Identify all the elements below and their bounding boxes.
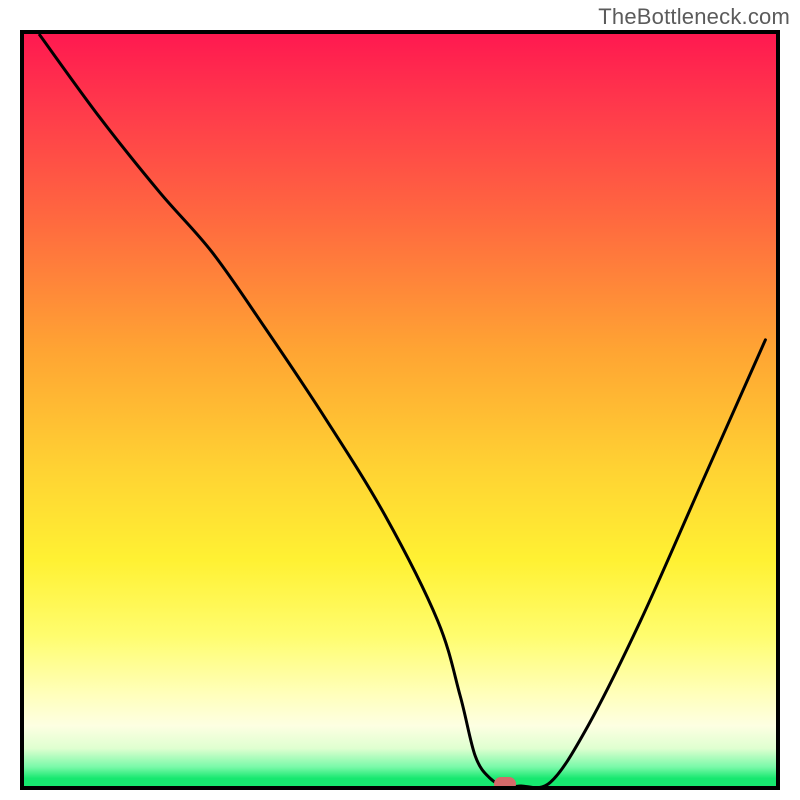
chart-plot-area [20,30,780,790]
chart-curve-svg [24,34,776,786]
attribution-label: TheBottleneck.com [598,4,790,30]
chart-container: TheBottleneck.com [0,0,800,800]
chart-curve-path [39,34,765,786]
bottleneck-marker [494,777,516,790]
